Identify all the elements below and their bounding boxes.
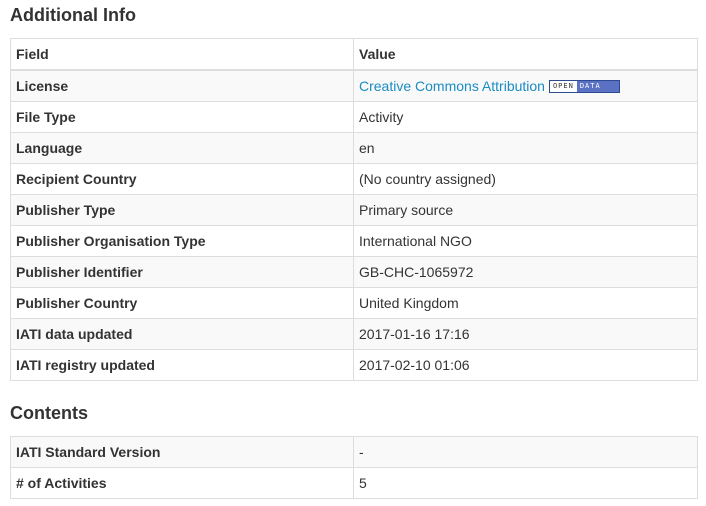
table-row-publisher-type: Publisher Type Primary source [10, 194, 698, 226]
field-value: Primary source [353, 194, 698, 226]
field-label: License [10, 69, 354, 102]
column-header-value: Value [353, 38, 698, 71]
additional-info-table: Field Value License Creative Commons Att… [10, 38, 698, 381]
open-data-badge[interactable]: OPEN DATA [548, 79, 620, 93]
table-row-language: Language en [10, 132, 698, 164]
table-row-activities-count: # of Activities 5 [10, 467, 698, 499]
additional-info-heading: Additional Info [10, 5, 136, 25]
field-label: IATI Standard Version [10, 436, 354, 468]
field-value: United Kingdom [353, 287, 698, 319]
field-value: 2017-01-16 17:16 [353, 318, 698, 350]
table-row-recipient-country: Recipient Country (No country assigned) [10, 163, 698, 195]
table-row-publisher-country: Publisher Country United Kingdom [10, 287, 698, 319]
table-row-iati-registry-updated: IATI registry updated 2017-02-10 01:06 [10, 349, 698, 381]
field-value: (No country assigned) [353, 163, 698, 195]
contents-table: IATI Standard Version - # of Activities … [10, 436, 698, 499]
field-value: GB-CHC-1065972 [353, 256, 698, 288]
field-value: en [353, 132, 698, 164]
field-label: Recipient Country [10, 163, 354, 195]
open-data-badge-data: DATA [576, 80, 619, 92]
field-value: Creative Commons Attribution OPEN DATA [353, 69, 698, 102]
field-value: Activity [353, 101, 698, 133]
field-label: Language [10, 132, 354, 164]
field-label: Publisher Identifier [10, 256, 354, 288]
field-value: - [353, 436, 698, 468]
field-value: 5 [353, 467, 698, 499]
table-row-iati-standard-version: IATI Standard Version - [10, 436, 698, 468]
open-data-badge-open: OPEN [549, 80, 577, 92]
field-label: IATI registry updated [10, 349, 354, 381]
license-link[interactable]: Creative Commons Attribution [359, 78, 545, 94]
contents-heading: Contents [10, 403, 88, 423]
field-label: Publisher Type [10, 194, 354, 226]
field-value: International NGO [353, 225, 698, 257]
field-label: # of Activities [10, 467, 354, 499]
field-value: 2017-02-10 01:06 [353, 349, 698, 381]
table-row-publisher-organisation-type: Publisher Organisation Type Internationa… [10, 225, 698, 257]
table-header-row: Field Value [10, 38, 698, 71]
table-row-iati-data-updated: IATI data updated 2017-01-16 17:16 [10, 318, 698, 350]
table-row-file-type: File Type Activity [10, 101, 698, 133]
table-row-publisher-identifier: Publisher Identifier GB-CHC-1065972 [10, 256, 698, 288]
field-label: IATI data updated [10, 318, 354, 350]
field-label: File Type [10, 101, 354, 133]
table-row-license: License Creative Commons Attribution OPEN… [10, 69, 698, 102]
field-label: Publisher Organisation Type [10, 225, 354, 257]
field-label: Publisher Country [10, 287, 354, 319]
column-header-field: Field [10, 38, 354, 71]
